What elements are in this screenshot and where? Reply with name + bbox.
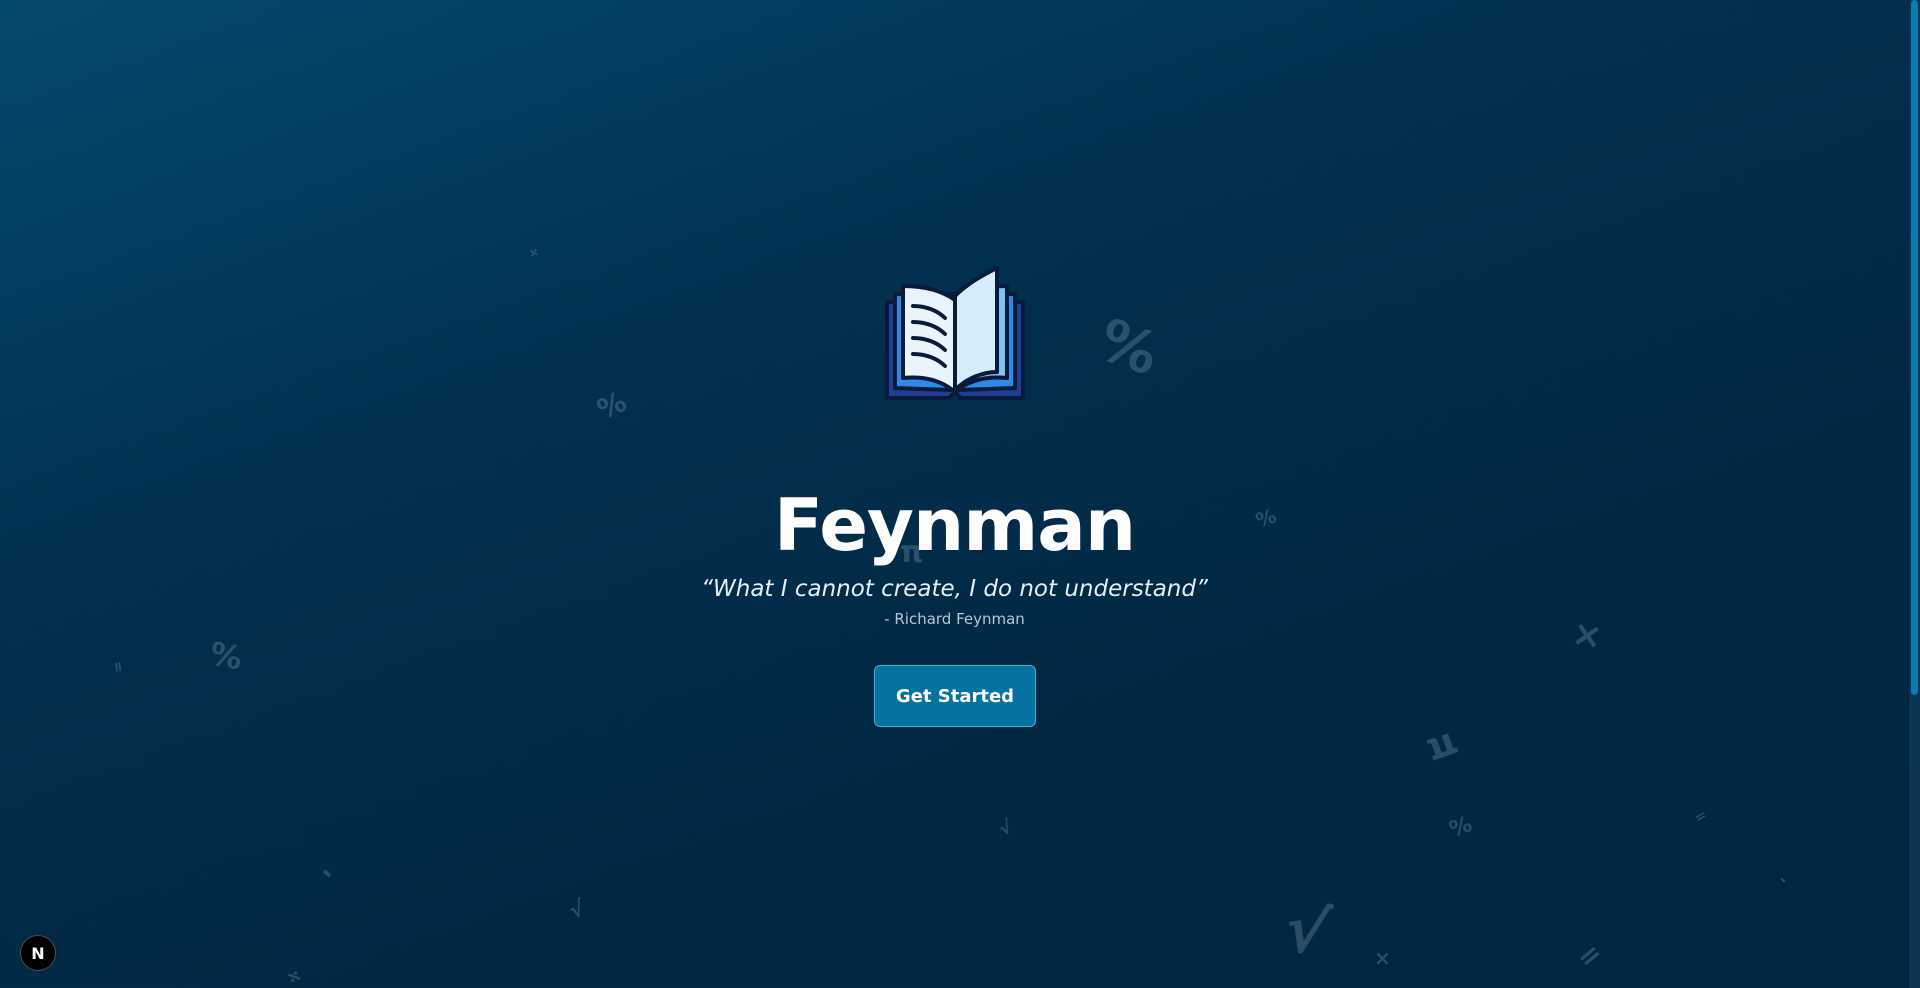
- feynman-quote: “What I cannot create, I do not understa…: [701, 576, 1208, 602]
- nextjs-dev-badge[interactable]: N: [20, 935, 56, 971]
- quote-author: - Richard Feynman: [884, 610, 1025, 628]
- open-book-icon: [883, 266, 1027, 404]
- nextjs-logo-icon: N: [31, 943, 45, 963]
- vertical-scrollbar[interactable]: [1909, 0, 1920, 988]
- scrollbar-thumb[interactable]: [1911, 0, 1918, 695]
- get-started-button[interactable]: Get Started: [874, 665, 1036, 727]
- hero-section: Feynman “What I cannot create, I do not …: [0, 0, 1909, 988]
- app-title: Feynman: [773, 483, 1136, 568]
